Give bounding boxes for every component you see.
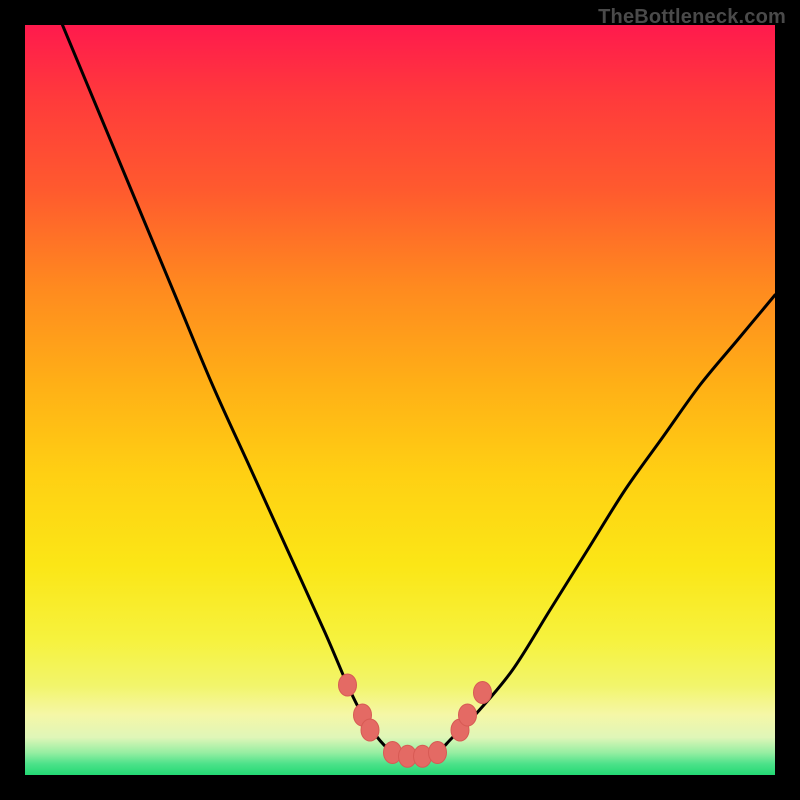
curve-marker xyxy=(474,682,492,704)
chart-frame: TheBottleneck.com xyxy=(0,0,800,800)
curve-marker xyxy=(361,719,379,741)
curve-marker xyxy=(459,704,477,726)
curve-marker xyxy=(339,674,357,696)
chart-plot-area xyxy=(25,25,775,775)
watermark-text: TheBottleneck.com xyxy=(598,6,786,29)
bottleneck-curve xyxy=(25,25,775,775)
curve-marker xyxy=(429,742,447,764)
